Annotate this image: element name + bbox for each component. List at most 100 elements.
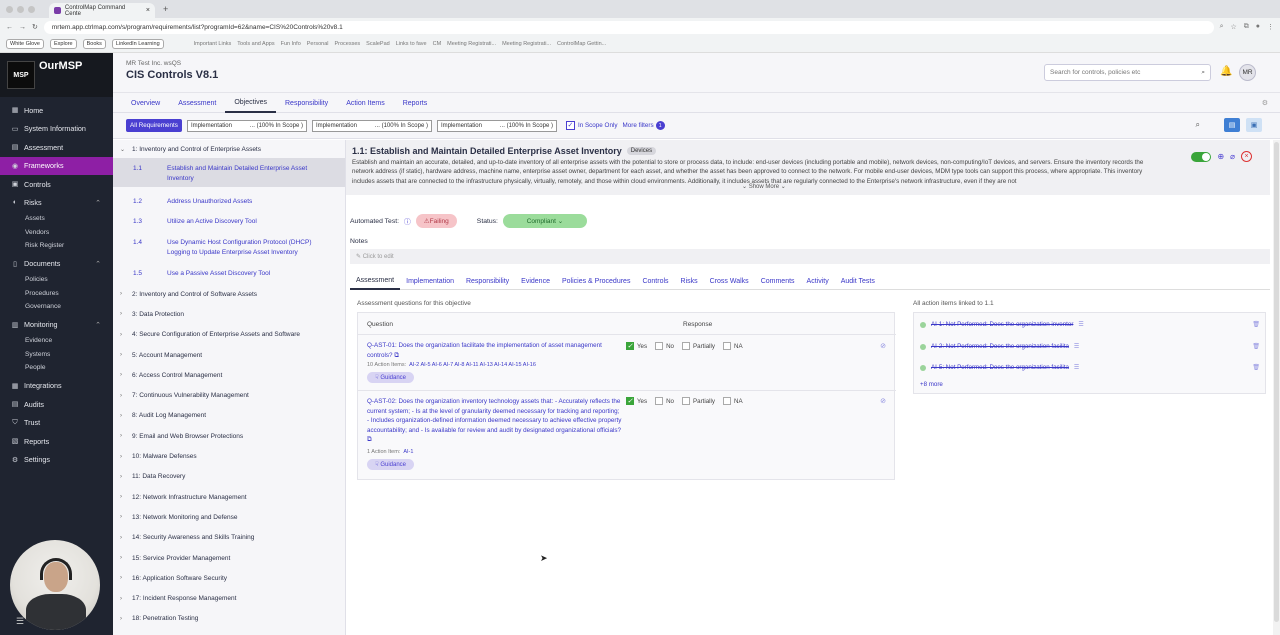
tree-node[interactable]: › 10: Malware Defenses xyxy=(113,446,345,466)
bookmark[interactable]: Meeting Registrati... xyxy=(447,41,496,47)
implementation-select[interactable]: Implementation ... (100% In Scope ) xyxy=(436,119,557,132)
tree-child[interactable]: 1.4 Use Dynamic Host Configuration Protoc… xyxy=(113,233,345,264)
close-icon[interactable]: × xyxy=(1241,151,1252,162)
new-tab-icon[interactable]: + xyxy=(163,4,168,14)
tab-risks[interactable]: Risks xyxy=(675,273,704,290)
sidebar-item-risks[interactable]: ◐ Risks ⌃ xyxy=(0,194,113,213)
chevron-right-icon[interactable]: › xyxy=(120,474,128,480)
link-icon[interactable]: ⊘ xyxy=(880,342,886,350)
tree-node[interactable]: › 12: Network Infrastructure Management xyxy=(113,487,345,507)
bookmark[interactable]: White Glove xyxy=(6,39,44,49)
tab-evidence[interactable]: Evidence xyxy=(515,273,556,290)
bookmark-folder[interactable]: Personal xyxy=(307,41,329,47)
sidebar-item-policies[interactable]: Policies xyxy=(0,273,113,287)
tree-node[interactable]: › 16: Application Software Security xyxy=(113,568,345,588)
sidebar-item-assets[interactable]: Assets xyxy=(0,212,113,226)
tree-child[interactable]: 1.1 Establish and Maintain Detailed Enter… xyxy=(113,158,345,187)
bookmark-folder[interactable]: Important Links xyxy=(194,41,232,47)
avatar[interactable]: MR xyxy=(1239,64,1256,81)
tab-action-items[interactable]: Action Items xyxy=(337,93,394,113)
bookmark-folder[interactable]: Processes xyxy=(334,41,360,47)
response-no[interactable]: No xyxy=(655,342,674,350)
bookmark-folder[interactable]: Tools and Apps xyxy=(237,41,274,47)
external-link-icon[interactable]: ⧉ xyxy=(367,436,372,443)
question-text[interactable]: Q-AST-01: Does the organization facilita… xyxy=(367,341,622,360)
action-item[interactable]: AI-1: Not Performed: Does the organizati… xyxy=(920,321,1260,328)
address-bar[interactable]: mrtem.app.ctrlmap.com/s/program/requirem… xyxy=(43,20,1214,34)
tab-audit-tests[interactable]: Audit Tests xyxy=(835,273,881,290)
search-icon[interactable]: ⌕ xyxy=(1196,120,1200,130)
tree-node[interactable]: › 5: Account Management xyxy=(113,345,345,365)
guidance-button[interactable]: ☟ Guidance xyxy=(367,459,415,470)
tab-reports[interactable]: Reports xyxy=(394,93,437,113)
sidebar-item-frameworks[interactable]: ◉ Frameworks xyxy=(0,156,113,175)
tree-child[interactable]: 1.3 Utilize an Active Discovery Tool xyxy=(113,212,345,233)
tree-node[interactable]: › 4: Secure Configuration of Enterprise A… xyxy=(113,325,345,345)
show-more-button[interactable]: ⌄ Show More ⌄ xyxy=(742,183,786,190)
tree-node[interactable]: › 17: Incident Response Management xyxy=(113,588,345,608)
chevron-right-icon[interactable]: › xyxy=(120,311,128,317)
sidebar-item-home[interactable]: ▦ Home xyxy=(0,101,113,120)
response-yes[interactable]: ✓ Yes xyxy=(626,342,647,350)
gear-icon[interactable]: ⚙ xyxy=(1262,99,1268,107)
response-yes[interactable]: ✓ Yes xyxy=(626,397,647,405)
sidebar-item-trust[interactable]: ⛉ Trust xyxy=(0,414,113,433)
chevron-right-icon[interactable]: › xyxy=(120,433,128,439)
sidebar-item-procedures[interactable]: Procedures xyxy=(0,287,113,301)
forward-icon[interactable]: → xyxy=(19,24,26,31)
status-dropdown[interactable]: Compliant ⌄ xyxy=(502,214,587,228)
bookmark-folder[interactable]: ScalePad xyxy=(366,41,390,47)
chevron-right-icon[interactable]: › xyxy=(120,372,128,378)
tab-overview[interactable]: Overview xyxy=(122,93,169,113)
tree-node[interactable]: › 14: Security Awareness and Skills Train… xyxy=(113,528,345,548)
reload-icon[interactable]: ↻ xyxy=(32,23,38,31)
chevron-right-icon[interactable]: › xyxy=(120,535,128,541)
menu-icon[interactable]: ⋮ xyxy=(1267,23,1274,31)
action-item[interactable]: AI-5: Not Performed: Does the organizati… xyxy=(920,364,1260,371)
trash-icon[interactable]: 🗑 xyxy=(1252,321,1260,328)
bookmark[interactable]: Books xyxy=(82,39,106,49)
scrollbar[interactable] xyxy=(1273,140,1280,635)
tree-child[interactable]: 1.2 Address Unauthorized Assets xyxy=(113,187,345,212)
tab-responsibility[interactable]: Responsibility xyxy=(276,93,337,113)
tree-node[interactable]: › 9: Email and Web Browser Protections xyxy=(113,426,345,446)
tab-responsibility[interactable]: Responsibility xyxy=(460,273,515,290)
sidebar-item-assessment[interactable]: ▤ Assessment xyxy=(0,138,113,157)
extensions-icon[interactable]: ⧉ xyxy=(1244,23,1249,31)
chevron-right-icon[interactable]: › xyxy=(120,616,128,622)
chevron-right-icon[interactable]: › xyxy=(120,555,128,561)
tree-node[interactable]: › 2: Inventory and Control of Software As… xyxy=(113,284,345,304)
tree-child[interactable]: 1.5 Use a Passive Asset Discovery Tool xyxy=(113,264,345,284)
tab-assessment[interactable]: Assessment xyxy=(169,93,225,113)
tree-node[interactable]: › 8: Audit Log Management xyxy=(113,406,345,426)
all-requirements-button[interactable]: All Requirements xyxy=(126,119,182,132)
sidebar-item-integrations[interactable]: ▦ Integrations xyxy=(0,377,113,396)
zoom-icon[interactable]: ⌕ xyxy=(1220,23,1224,31)
bookmark[interactable]: LinkedIn Learning xyxy=(111,39,164,49)
chevron-up-icon[interactable]: ⌃ xyxy=(95,321,101,329)
sidebar-item-evidence[interactable]: Evidence xyxy=(0,334,113,348)
response-na[interactable]: NA xyxy=(723,397,743,405)
chevron-right-icon[interactable]: › xyxy=(120,494,128,500)
tree-node[interactable]: › 11: Data Recovery xyxy=(113,467,345,487)
chevron-down-icon[interactable]: ⌄ xyxy=(120,146,128,153)
tab-controls[interactable]: Controls xyxy=(636,273,674,290)
action-item-links[interactable]: AI-1 xyxy=(403,449,413,455)
browser-tab[interactable]: ControlMap Command Cente × xyxy=(49,3,155,18)
back-icon[interactable]: ← xyxy=(6,24,13,31)
detail-view-icon[interactable]: ▣ xyxy=(1246,118,1262,132)
tree-node[interactable]: › 18: Penetration Testing xyxy=(113,609,345,629)
list-view-icon[interactable]: ▤ xyxy=(1224,118,1240,132)
chevron-right-icon[interactable]: › xyxy=(120,454,128,460)
chevron-right-icon[interactable]: › xyxy=(120,413,128,419)
sidebar-item-settings[interactable]: ⚙ Settings xyxy=(0,451,113,470)
chevron-up-icon[interactable]: ⌃ xyxy=(95,199,101,207)
trash-icon[interactable]: 🗑 xyxy=(1252,343,1260,350)
chevron-right-icon[interactable]: › xyxy=(120,291,128,297)
question-text[interactable]: Q-AST-02: Does the organization inventor… xyxy=(367,397,622,445)
sidebar-item-vendors[interactable]: Vendors xyxy=(0,226,113,240)
bookmark-folder[interactable]: Fun Info xyxy=(281,41,301,47)
response-no[interactable]: No xyxy=(655,397,674,405)
chevron-right-icon[interactable]: › xyxy=(120,596,128,602)
tree-node[interactable]: › 6: Access Control Management xyxy=(113,365,345,385)
